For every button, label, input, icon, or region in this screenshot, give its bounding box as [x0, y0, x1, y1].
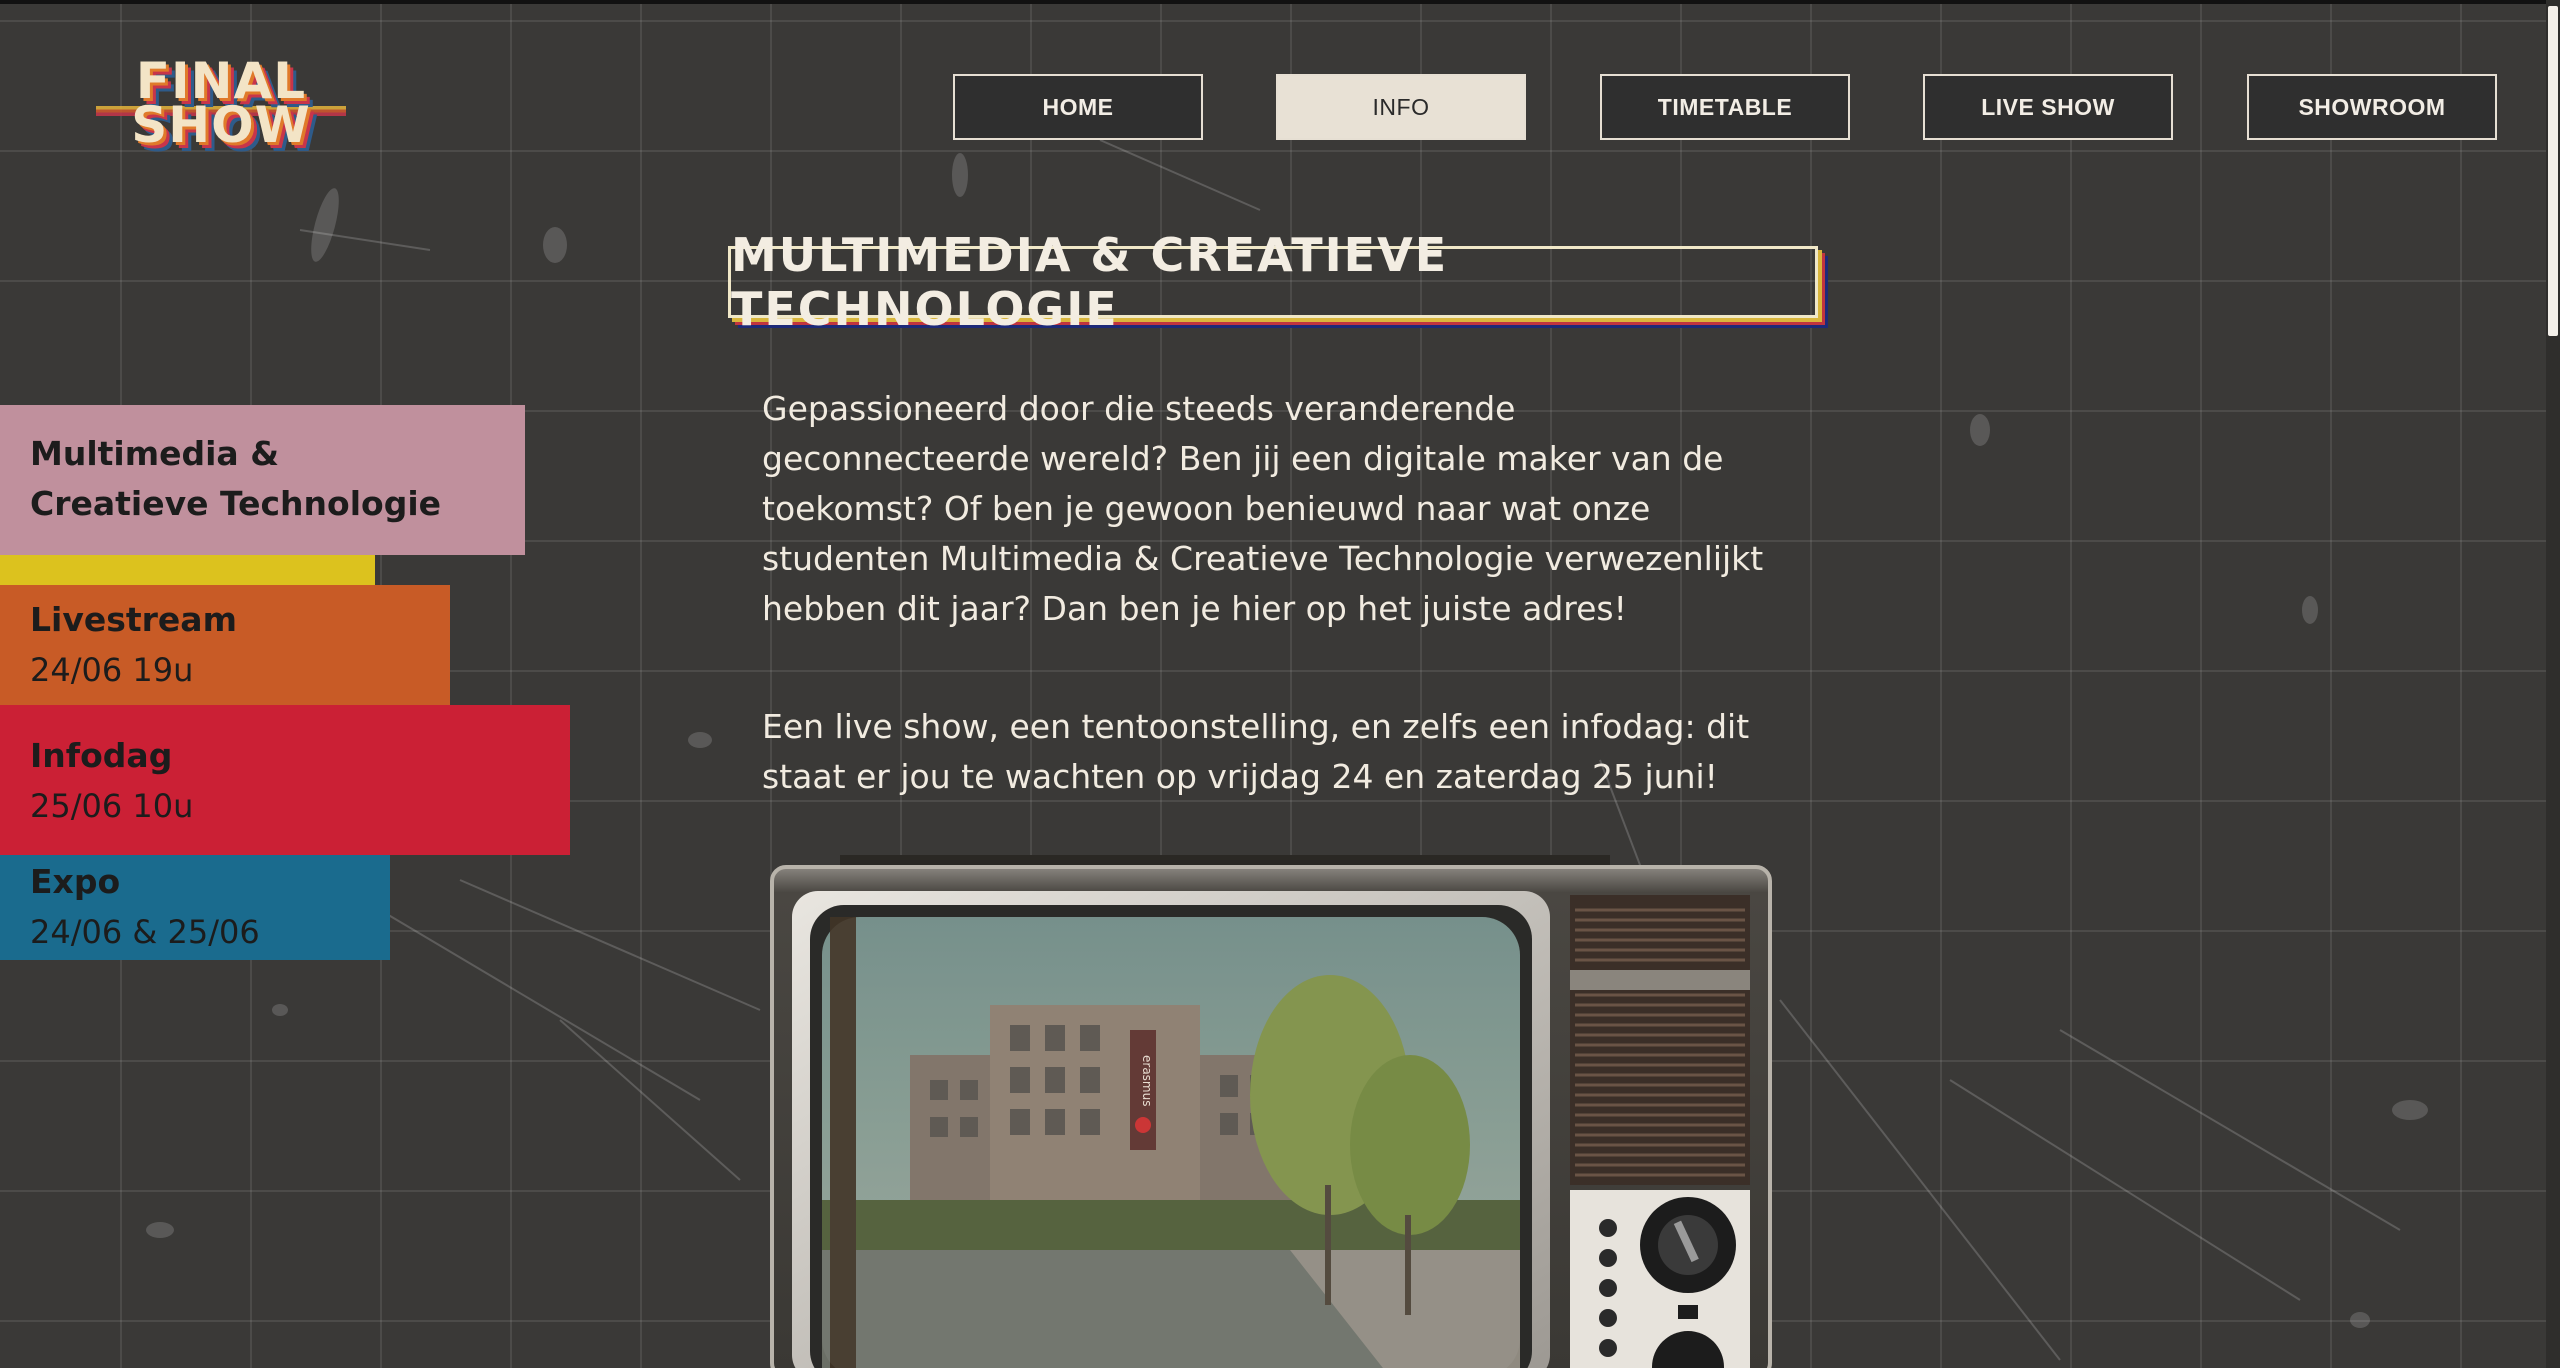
nav-home-button[interactable]: HOME: [953, 74, 1203, 140]
expo-title: Expo: [30, 862, 121, 901]
nav-showroom-button[interactable]: SHOWROOM: [2247, 74, 2497, 140]
page-scrollbar[interactable]: [2546, 0, 2560, 1368]
nav-timetable-button[interactable]: TIMETABLE: [1600, 74, 1850, 140]
sidebar-expo-tab[interactable]: Expo 24/06 & 25/06: [0, 855, 390, 960]
program-line-2: Creatieve Technologie: [30, 484, 442, 523]
intro-paragraph: Gepassioneerd door die steeds veranderen…: [762, 389, 1764, 628]
sidebar-livestream-tab[interactable]: Livestream 24/06 19u: [0, 585, 450, 705]
window-top-border: [0, 0, 2560, 4]
livestream-date: 24/06 19u: [30, 651, 194, 689]
program-line-1: Multimedia &: [30, 434, 279, 473]
infodag-title: Infodag: [30, 736, 173, 775]
final-show-logo[interactable]: FINAL SHOW: [96, 56, 346, 156]
page-title: MULTIMEDIA & CREATIEVE TECHNOLOGIE: [731, 228, 1449, 336]
sidebar-yellow-bar: [0, 555, 375, 585]
scrollbar-thumb[interactable]: [2548, 6, 2558, 336]
sidebar-program-tab[interactable]: Multimedia & Creatieve Technologie: [0, 405, 525, 555]
sidebar-infodag-tab[interactable]: Infodag 25/06 10u: [0, 705, 570, 855]
event-paragraph: Een live show, een tentoonstelling, en z…: [762, 707, 1750, 796]
retro-tv-image: erasmus: [770, 855, 1775, 1368]
livestream-title: Livestream: [30, 600, 237, 639]
logo-line-2: SHOW: [131, 96, 311, 154]
page-title-box: MULTIMEDIA & CREATIEVE TECHNOLOGIE: [728, 228, 1818, 336]
nav-live-show-button[interactable]: LIVE SHOW: [1923, 74, 2173, 140]
tv-speaker-band: [1570, 970, 1750, 990]
tv-screen: erasmus: [822, 917, 1520, 1368]
tv-illustration: erasmus: [770, 855, 1772, 1368]
expo-date: 24/06 & 25/06: [30, 913, 260, 951]
nav-info-button[interactable]: INFO: [1276, 74, 1526, 140]
infodag-date: 25/06 10u: [30, 787, 194, 825]
